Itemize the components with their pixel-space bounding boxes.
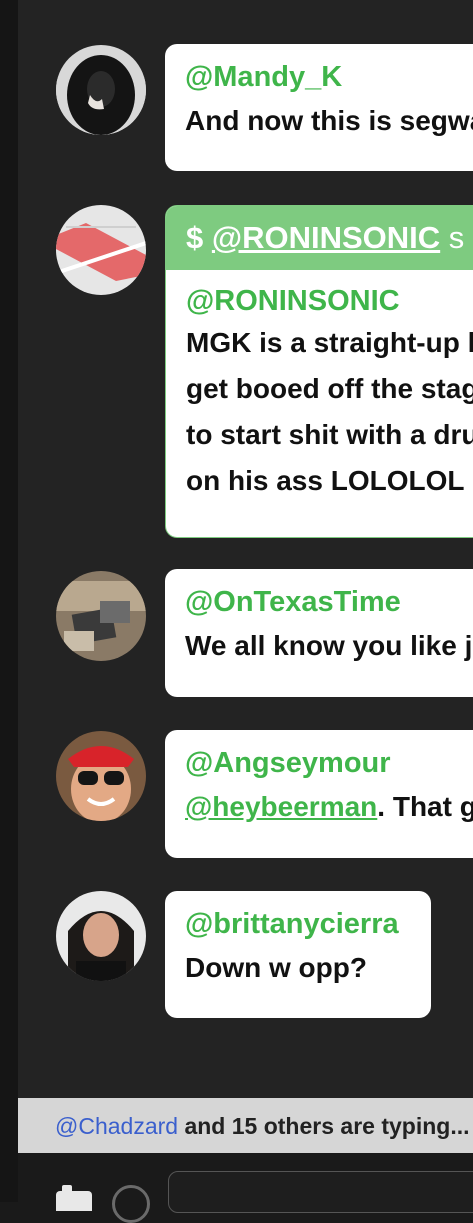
emoji-icon[interactable] (112, 1185, 150, 1223)
avatar-brittanycierra[interactable] (56, 891, 146, 981)
message-bubble[interactable]: @OnTexasTime We all know you like jo (165, 569, 473, 697)
message-text: @heybeerman. That g (165, 780, 473, 830)
message-text: Down w opp? (185, 952, 367, 983)
avatar-image (56, 571, 146, 661)
message-text: And now this is segway (185, 105, 473, 136)
superchat-header: $ @RONINSONIC s (166, 206, 473, 270)
message-text: We all know you like jo (185, 630, 473, 661)
dollar-icon: $ (186, 220, 204, 255)
message-bubble[interactable]: @Mandy_K And now this is segway (165, 44, 473, 171)
message-author[interactable]: @Angseymour (165, 730, 473, 780)
message-bubble[interactable]: @brittanycierra Down w opp? (165, 891, 431, 1018)
avatar-image (56, 731, 146, 821)
left-rail (0, 0, 18, 1202)
message-line: MGK is a straight-up l (186, 327, 473, 358)
message-line: get booed off the stage (186, 373, 473, 404)
avatar-angseymour[interactable] (56, 731, 146, 821)
avatar-image (56, 45, 146, 135)
superchat-message[interactable]: $ @RONINSONIC s @RONINSONIC MGK is a str… (165, 205, 473, 538)
message-input[interactable] (168, 1171, 473, 1213)
avatar-image (56, 205, 146, 295)
message-text-rest: . That g (377, 791, 473, 822)
typing-user-link[interactable]: @Chadzard (18, 1113, 178, 1139)
message-bubble[interactable]: @Angseymour @heybeerman. That g (165, 730, 473, 858)
message-author[interactable]: @RONINSONIC (166, 270, 473, 318)
message-author[interactable]: @Mandy_K (165, 44, 473, 94)
typing-indicator: @Chadzard and 15 others are typing... (18, 1098, 473, 1153)
mention-link[interactable]: @heybeerman (185, 791, 377, 822)
typing-text: and 15 others are typing... (178, 1113, 470, 1139)
avatar-image (56, 891, 146, 981)
avatar-ontexastime[interactable] (56, 571, 146, 661)
camera-icon[interactable] (56, 1185, 92, 1211)
message-line: to start shit with a drun (186, 419, 473, 450)
superchat-handle-link[interactable]: @RONINSONIC (212, 220, 440, 255)
message-author[interactable]: @brittanycierra (165, 891, 431, 941)
message-composer (18, 1153, 473, 1223)
avatar-roninsonic[interactable] (56, 205, 146, 295)
superchat-handle-suffix: s (448, 220, 465, 255)
message-line: on his ass LOLOLOL (186, 465, 465, 496)
avatar-mandy-k[interactable] (56, 45, 146, 135)
message-author[interactable]: @OnTexasTime (165, 569, 473, 619)
